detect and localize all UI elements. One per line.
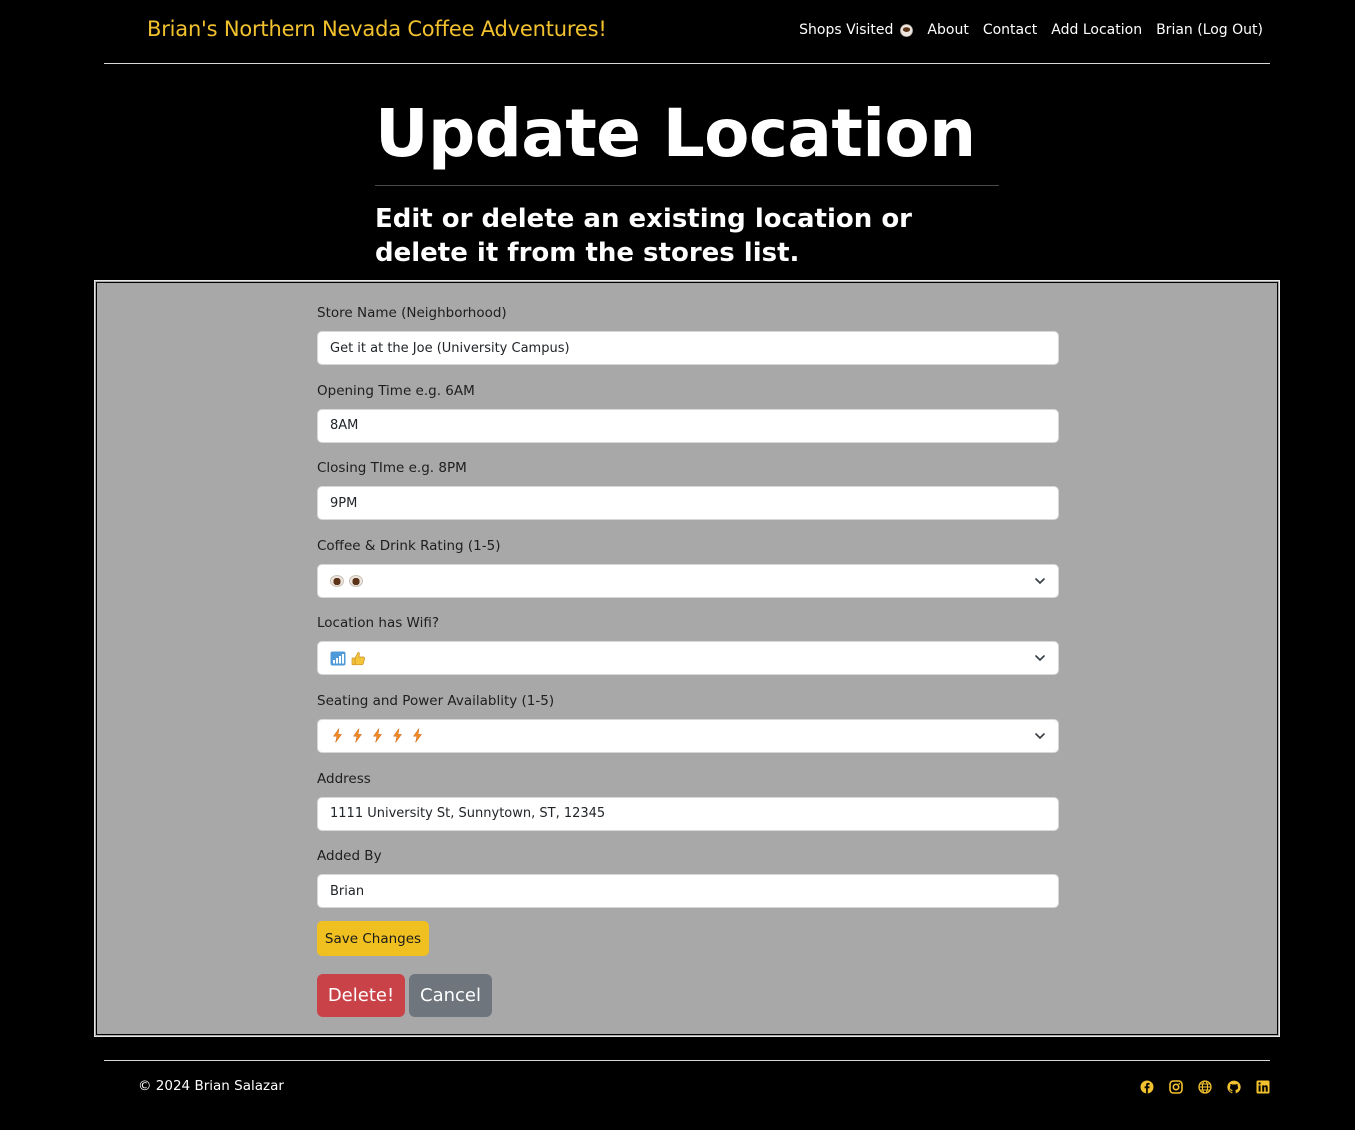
nav-links: Shops Visited About Contact Add Location…	[799, 22, 1263, 38]
antenna-bars-icon	[330, 651, 346, 666]
page-subtitle: Edit or delete an existing location or d…	[375, 204, 912, 268]
title-divider	[375, 185, 999, 186]
wifi-value	[330, 651, 366, 666]
chevron-down-icon	[1035, 733, 1045, 740]
navbar: Brian's Northern Nevada Coffee Adventure…	[104, 0, 1270, 64]
wifi-label: Location has Wifi?	[317, 615, 440, 632]
coffee-rating-select[interactable]	[317, 563, 1059, 598]
lightning-bolt-icon	[413, 728, 422, 744]
opening-time-value: 8AM	[330, 418, 359, 434]
lightning-bolt-icon	[353, 728, 362, 744]
lightning-bolt-icon	[393, 728, 402, 744]
address-field: Address 1111 University St, Sunnytown, S…	[317, 771, 1059, 849]
delete-button[interactable]: Delete!	[317, 974, 405, 1017]
nav-about[interactable]: About	[927, 22, 968, 38]
copyright-text: © 2024 Brian Salazar	[138, 1078, 284, 1094]
added-by-value: Brian	[330, 883, 365, 899]
save-changes-button[interactable]: Save Changes	[317, 921, 429, 956]
update-location-form: Store Name (Neighborhood) Get it at the …	[317, 305, 1059, 1017]
added-by-input[interactable]: Brian	[317, 874, 1059, 909]
nav-shops-visited-label: Shops Visited	[799, 22, 894, 38]
social-links	[1140, 1080, 1270, 1094]
page-header: Update Location Edit or delete an existi…	[375, 92, 999, 270]
action-buttons: Delete! Cancel	[317, 974, 492, 1017]
power-rating-label: Seating and Power Availablity (1-5)	[317, 692, 555, 709]
wifi-field: Location has Wifi?	[317, 615, 1059, 693]
coffee-rating-field: Coffee & Drink Rating (1-5)	[317, 538, 1059, 616]
brand-link[interactable]: Brian's Northern Nevada Coffee Adventure…	[147, 17, 607, 41]
cancel-button[interactable]: Cancel	[409, 974, 492, 1017]
coffee-cup-icon	[900, 23, 914, 37]
power-rating-select[interactable]	[317, 718, 1059, 753]
closing-time-label: Closing TIme e.g. 8PM	[317, 460, 467, 477]
coffee-cup-icon	[330, 574, 344, 587]
power-rating-value	[330, 728, 425, 744]
nav-shops-visited[interactable]: Shops Visited	[799, 22, 914, 38]
closing-time-field: Closing TIme e.g. 8PM 9PM	[317, 460, 1059, 538]
chevron-down-icon	[1035, 655, 1045, 662]
form-panel: Store Name (Neighborhood) Get it at the …	[94, 280, 1280, 1037]
footer: © 2024 Brian Salazar	[104, 1060, 1270, 1130]
thumbs-up-icon	[351, 651, 365, 666]
power-rating-field: Seating and Power Availablity (1-5)	[317, 693, 1059, 771]
nav-add-location[interactable]: Add Location	[1051, 22, 1142, 38]
facebook-icon[interactable]	[1140, 1080, 1154, 1094]
address-value: 1111 University St, Sunnytown, ST, 12345	[330, 806, 606, 822]
address-label: Address	[317, 770, 371, 787]
opening-time-label: Opening Time e.g. 6AM	[317, 382, 475, 399]
address-input[interactable]: 1111 University St, Sunnytown, ST, 12345	[317, 796, 1059, 831]
linkedin-icon[interactable]	[1256, 1080, 1270, 1094]
page-title: Update Location	[375, 95, 976, 172]
coffee-rating-label: Coffee & Drink Rating (1-5)	[317, 537, 501, 554]
closing-time-input[interactable]: 9PM	[317, 486, 1059, 521]
lightning-bolt-icon	[373, 728, 382, 744]
coffee-cup-icon	[349, 574, 363, 587]
store-name-value: Get it at the Joe (University Campus)	[330, 340, 570, 356]
opening-time-field: Opening Time e.g. 6AM 8AM	[317, 383, 1059, 461]
store-name-label: Store Name (Neighborhood)	[317, 305, 507, 321]
wifi-select[interactable]	[317, 641, 1059, 676]
lightning-bolt-icon	[333, 728, 342, 744]
added-by-label: Added By	[317, 848, 382, 865]
github-icon[interactable]	[1227, 1080, 1241, 1094]
closing-time-value: 9PM	[330, 495, 358, 511]
store-name-field: Store Name (Neighborhood) Get it at the …	[317, 305, 1059, 383]
nav-logout[interactable]: Brian (Log Out)	[1156, 22, 1263, 38]
nav-contact[interactable]: Contact	[983, 22, 1037, 38]
store-name-input[interactable]: Get it at the Joe (University Campus)	[317, 331, 1059, 365]
opening-time-input[interactable]: 8AM	[317, 408, 1059, 443]
globe-icon[interactable]	[1198, 1080, 1212, 1094]
instagram-icon[interactable]	[1169, 1080, 1183, 1094]
chevron-down-icon	[1035, 577, 1045, 584]
coffee-rating-value	[330, 574, 363, 587]
added-by-field: Added By Brian	[317, 848, 1059, 926]
